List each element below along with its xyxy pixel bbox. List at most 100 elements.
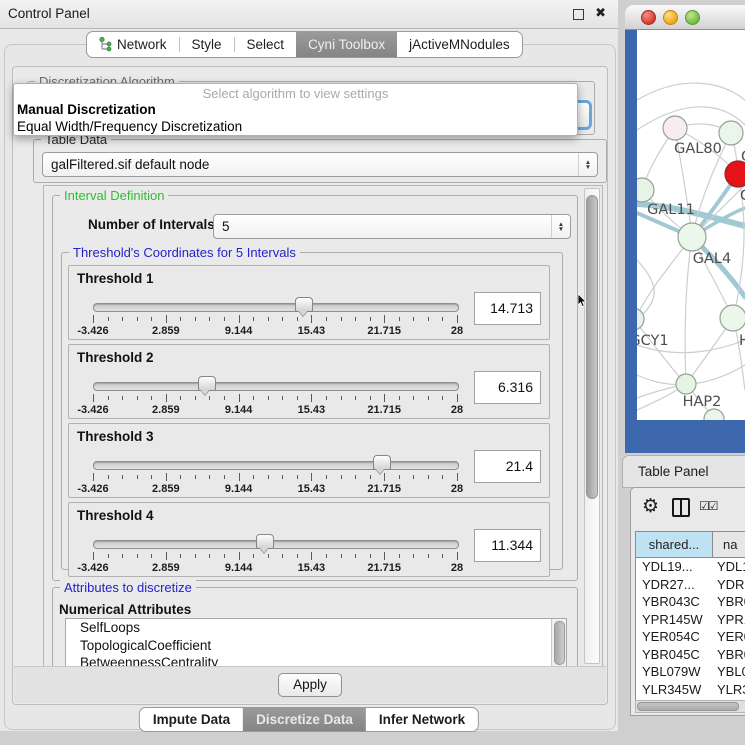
select-columns-icon[interactable]: ☑☑ (699, 499, 717, 513)
network-node[interactable] (637, 308, 644, 330)
combobox-stepper-icon[interactable]: ▲▼ (578, 153, 597, 176)
network-canvas[interactable]: GAL80GAGAL11CGAL4GCY1HHAP2 (637, 30, 745, 420)
node-label-ga: GA (741, 149, 745, 165)
network-node[interactable] (720, 305, 745, 331)
column-header-name[interactable]: na (713, 532, 745, 557)
tick (282, 554, 283, 558)
close-icon[interactable]: ✖ (595, 5, 606, 21)
slider: -3.4262.8599.14415.4321.71528 (93, 298, 457, 338)
popup-item-manual-discretization[interactable]: Manual Discretization (14, 101, 577, 118)
control-panel: Control Panel ✖ Network Style Select Cyn… (0, 0, 618, 731)
network-node[interactable] (663, 116, 687, 140)
slider-track[interactable] (93, 540, 459, 549)
table-row[interactable]: YBR043C YBR0 (636, 593, 745, 611)
panel-title: Control Panel (8, 6, 90, 21)
numerical-attributes-list[interactable]: SelfLoopsTopologicalCoefficientBetweenne… (65, 618, 567, 670)
network-node[interactable] (704, 409, 724, 420)
threshold-value-field[interactable]: 21.4 (474, 450, 541, 483)
tab-style[interactable]: Style (180, 32, 234, 57)
tick (108, 396, 109, 400)
attribute-item-topologicalcoefficient[interactable]: TopologicalCoefficient (66, 637, 566, 655)
split-column-icon[interactable] (672, 498, 690, 517)
table-row[interactable]: YBR045C YBR0 (636, 646, 745, 664)
number-of-intervals-combobox[interactable]: 5 ▲▼ (213, 214, 571, 239)
algorithm-dropdown-popup: Select algorithm to view settings Manual… (13, 83, 578, 136)
slider-tick-labels: -3.4262.8599.14415.4321.71528 (93, 404, 457, 416)
node-table-rows: YDL19... YDL1 YDR27... YDR2 YBR043C YBR0… (636, 558, 745, 701)
apply-button[interactable]: Apply (278, 673, 342, 697)
tick (355, 396, 356, 400)
table-row[interactable]: YER054C YER0 (636, 628, 745, 646)
slider-track[interactable] (93, 382, 459, 391)
threshold-value-field[interactable]: 6.316 (474, 371, 541, 404)
table-horizontal-scrollbar-thumb[interactable] (637, 702, 739, 711)
network-node[interactable] (678, 223, 706, 251)
table-row[interactable]: YDR27... YDR2 (636, 576, 745, 594)
tab-jactivemnodules[interactable]: jActiveMNodules (397, 32, 522, 57)
zoom-traffic-light-icon[interactable] (685, 10, 700, 25)
slider-track[interactable] (93, 303, 459, 312)
table-panel-window: ⚙ ☑☑ shared... na YDL19... YDL1 YDR27...… (630, 487, 745, 716)
gear-icon[interactable]: ⚙ (642, 495, 659, 518)
network-node[interactable] (637, 178, 654, 202)
settings-scrollbar[interactable] (584, 188, 600, 664)
table-row[interactable]: YLR345W YLR3 (636, 681, 745, 699)
combobox-stepper-icon[interactable]: ▲▼ (551, 215, 570, 238)
tick (239, 394, 240, 402)
settings-scrollbar-thumb[interactable] (586, 195, 598, 499)
close-traffic-light-icon[interactable] (641, 10, 656, 25)
tick (341, 475, 342, 479)
threshold-label: Threshold 3 (77, 429, 154, 444)
attributes-scrollbar[interactable] (551, 619, 566, 669)
slider-thumb[interactable] (295, 297, 313, 312)
interval-definition-group-title: Interval Definition (60, 188, 168, 203)
float-window-icon[interactable] (573, 9, 584, 20)
slider-thumb[interactable] (198, 376, 216, 391)
table-row[interactable]: YBL079W YBL0 (636, 663, 745, 681)
slider-thumb[interactable] (256, 534, 274, 549)
tab-cyni-toolbox[interactable]: Cyni Toolbox (296, 32, 397, 57)
network-node[interactable] (676, 374, 696, 394)
tick (341, 396, 342, 400)
network-edge[interactable] (685, 237, 692, 384)
table-horizontal-scrollbar[interactable] (635, 700, 745, 713)
tick (93, 552, 94, 560)
tab-label: Network (117, 37, 167, 52)
slider-thumb[interactable] (373, 455, 391, 470)
number-of-intervals-value: 5 (214, 219, 551, 234)
tick (370, 475, 371, 479)
tab-network[interactable]: Network (87, 32, 179, 57)
threshold-value-field[interactable]: 14.713 (474, 292, 541, 325)
bottom-tab-discretize-data[interactable]: Discretize Data (243, 708, 366, 731)
network-window-titlebar (625, 5, 745, 30)
network-edge[interactable] (637, 83, 745, 100)
minimize-traffic-light-icon[interactable] (663, 10, 678, 25)
attributes-scrollbar-thumb[interactable] (554, 621, 565, 665)
tab-select[interactable]: Select (235, 32, 297, 57)
column-header-shared-name[interactable]: shared... (636, 532, 713, 557)
tick (326, 317, 327, 321)
threshold-value-field[interactable]: 11.344 (474, 529, 541, 562)
tick-label: 15.43 (298, 404, 326, 416)
threshold-3-box: Threshold 3 -3.4262.8599.14415.4321.7152… (68, 423, 550, 498)
tick (122, 396, 123, 400)
tick (93, 394, 94, 402)
tab-label: jActiveMNodules (409, 37, 510, 52)
tick-label: -3.426 (77, 562, 108, 574)
tab-label: Select (247, 37, 285, 52)
tick (413, 554, 414, 558)
bottom-tab-impute-data[interactable]: Impute Data (140, 708, 243, 731)
table-row[interactable]: YDL19... YDL1 (636, 558, 745, 576)
table-row[interactable]: YPR145W YPR1 (636, 611, 745, 629)
tick (370, 554, 371, 558)
slider-track[interactable] (93, 461, 459, 470)
table-data-combobox[interactable]: galFiltered.sif default node ▲▼ (42, 152, 598, 177)
network-node[interactable] (719, 121, 743, 145)
tick (326, 554, 327, 558)
bottom-tab-infer-network[interactable]: Infer Network (366, 708, 478, 731)
popup-item-equal-width-frequency[interactable]: Equal Width/Frequency Discretization (14, 118, 577, 135)
slider-ticks (93, 473, 457, 482)
tick (209, 396, 210, 400)
attribute-item-selfloops[interactable]: SelfLoops (66, 619, 566, 637)
tick (428, 554, 429, 558)
